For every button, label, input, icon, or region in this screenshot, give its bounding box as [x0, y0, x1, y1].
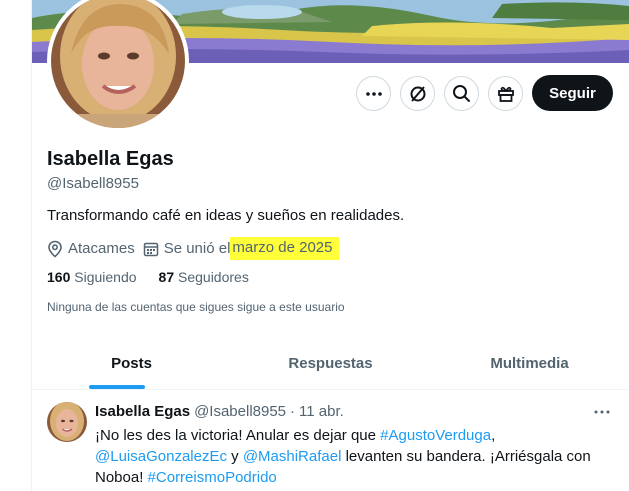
more-options-button[interactable] — [356, 76, 391, 111]
followers-link[interactable]: 87 Seguidores — [159, 269, 249, 285]
following-count: 160 — [47, 269, 71, 285]
location-item: Atacames — [47, 240, 135, 258]
tweet-text-part: , — [491, 427, 496, 444]
tweet-author-name[interactable]: Isabella Egas — [95, 403, 190, 420]
profile-bio: Transformando café en ideas y sueños en … — [47, 207, 405, 224]
mention-link[interactable]: @LuisaGonzalezEc — [95, 448, 227, 465]
mention-link[interactable]: @MashiRafael — [243, 448, 342, 465]
joined-item: Se unió el marzo de 2025 — [143, 237, 339, 260]
grok-slash-icon — [410, 85, 425, 102]
tweet-more-button[interactable] — [591, 402, 613, 422]
profile-tabs: Posts Respuestas Multimedia — [32, 338, 629, 390]
following-label: Siguiendo — [74, 269, 137, 285]
tweet-text-part: y — [226, 448, 243, 465]
profile-meta: Atacames Se unió el marzo de 2025 — [47, 237, 347, 260]
search-button[interactable] — [444, 76, 479, 111]
tweet-time[interactable]: 11 abr. — [299, 403, 344, 420]
tweet-text-part: ¡No les des la victoria! Anular es dejar… — [95, 427, 381, 444]
followers-count: 87 — [158, 269, 175, 285]
gift-button[interactable] — [488, 76, 523, 111]
followers-label: Seguidores — [178, 269, 249, 285]
tweet-text: ¡No les des la victoria! Anular es dejar… — [95, 425, 615, 488]
mutual-followers-notice: Ninguna de las cuentas que sigues sigue … — [47, 300, 345, 314]
tweet-header: Isabella Egas @Isabell8955 · 11 abr. — [95, 403, 344, 420]
profile-avatar[interactable] — [47, 0, 189, 132]
tab-media[interactable]: Multimedia — [430, 338, 629, 389]
tab-posts[interactable]: Posts — [32, 338, 231, 389]
hashtag-link[interactable]: #CorreismoPodrido — [148, 469, 277, 486]
profile-name: Isabella Egas — [47, 148, 174, 170]
tweet-item[interactable]: Isabella Egas @Isabell8955 · 11 abr. ¡No… — [32, 390, 629, 491]
more-dots-icon — [365, 91, 382, 96]
joined-prefix: Se unió el — [163, 240, 231, 257]
hashtag-link[interactable]: #AgustoVerduga — [380, 427, 491, 444]
follow-stats: 160 Siguiendo 87 Seguidores — [47, 269, 271, 285]
following-link[interactable]: 160 Siguiendo — [47, 269, 137, 285]
follow-button[interactable]: Seguir — [532, 75, 613, 111]
tweet-avatar[interactable] — [47, 402, 87, 442]
location-text: Atacames — [68, 240, 135, 257]
grok-button[interactable] — [400, 76, 435, 111]
tweet-separator: · — [290, 403, 296, 420]
calendar-icon — [143, 242, 158, 256]
tweet-author-handle[interactable]: @Isabell8955 — [194, 403, 286, 420]
more-dots-icon — [594, 410, 610, 414]
tab-replies[interactable]: Respuestas — [231, 338, 430, 389]
gift-icon — [497, 86, 514, 102]
joined-date-highlighted: marzo de 2025 — [230, 237, 339, 260]
profile-handle: @Isabell8955 — [47, 175, 139, 192]
location-pin-icon — [48, 240, 62, 258]
search-icon — [453, 85, 470, 102]
profile-page: Seguir Isabella Egas @Isabell8955 Transf… — [0, 0, 629, 491]
